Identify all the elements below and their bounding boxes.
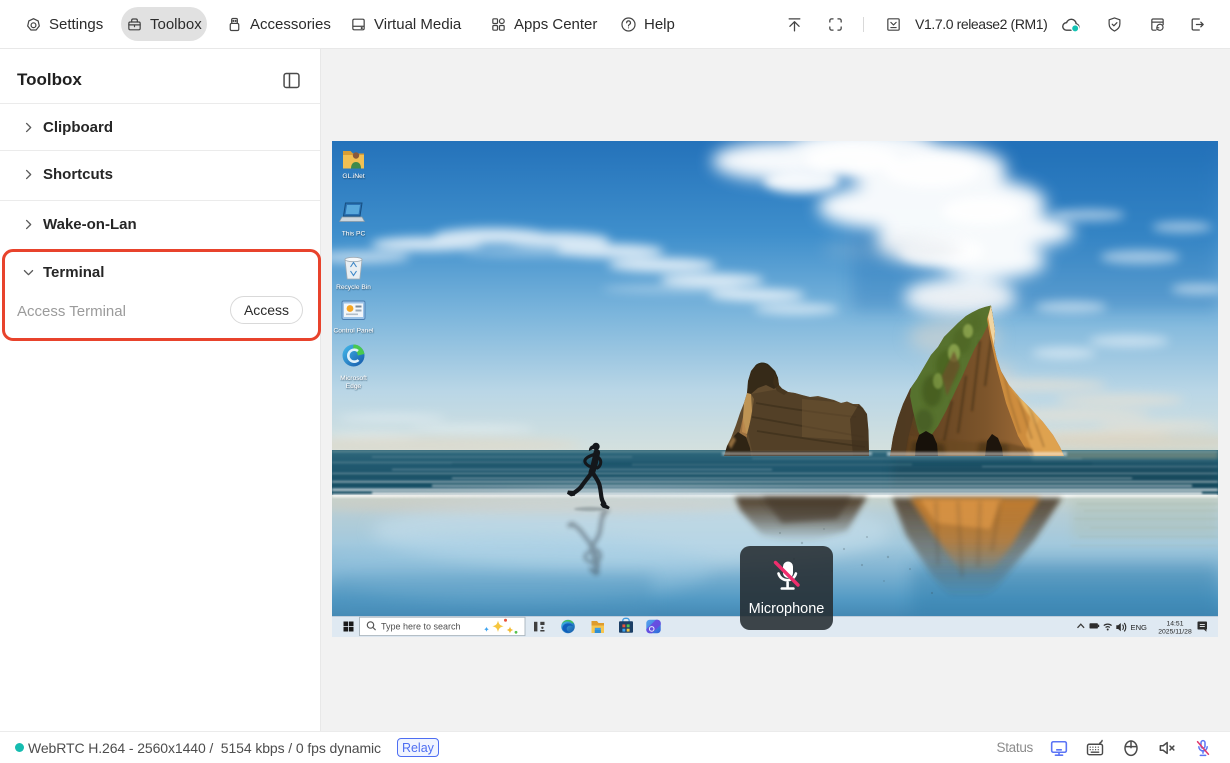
- svg-text:14:51: 14:51: [1166, 620, 1183, 627]
- svg-text:Type here to search: Type here to search: [381, 622, 461, 632]
- svg-text:Edge: Edge: [346, 383, 362, 390]
- svg-text:ENG: ENG: [1131, 623, 1148, 632]
- svg-text:GL.iNet: GL.iNet: [342, 173, 365, 180]
- svg-text:Recycle Bin: Recycle Bin: [336, 284, 371, 291]
- svg-text:2025/11/28: 2025/11/28: [1158, 629, 1192, 636]
- svg-text:Microsoft: Microsoft: [340, 375, 367, 382]
- svg-text:Control Panel: Control Panel: [334, 328, 374, 335]
- svg-text:This PC: This PC: [342, 231, 366, 238]
